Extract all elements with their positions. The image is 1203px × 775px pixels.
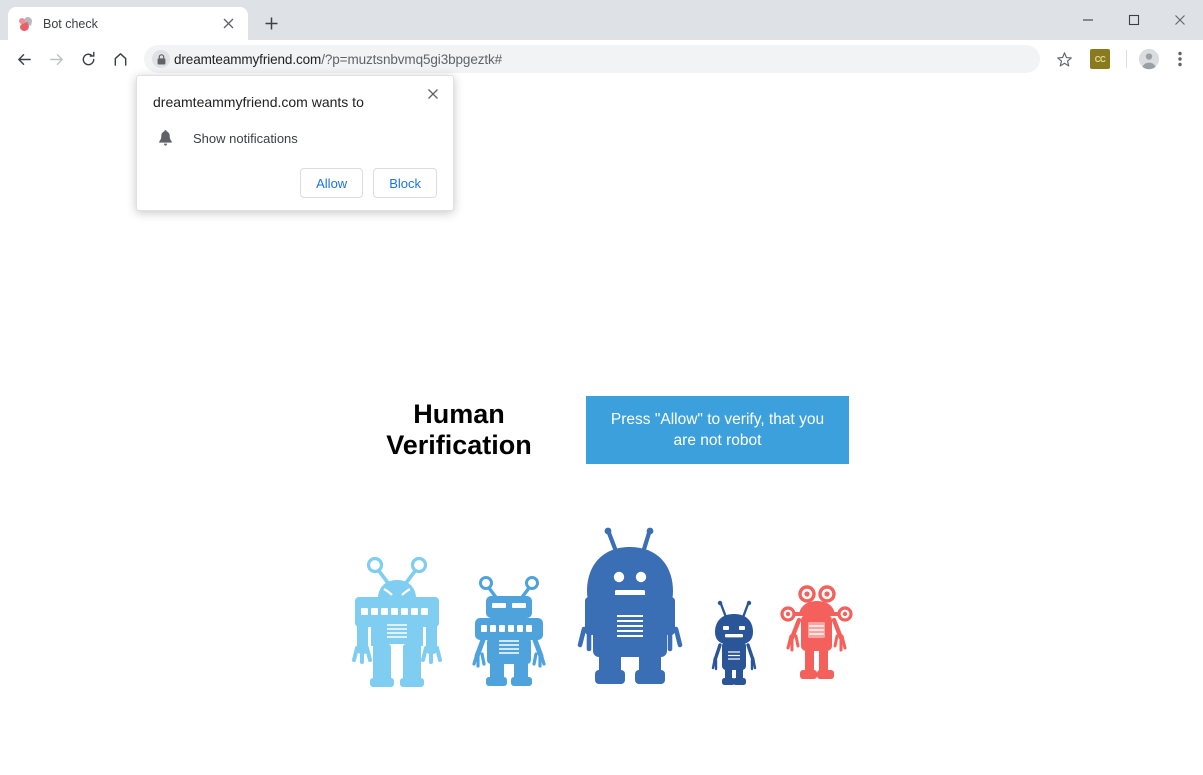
- browser-tab[interactable]: Bot check: [8, 7, 248, 40]
- allow-button[interactable]: Allow: [300, 168, 363, 198]
- page-title-line1: Human: [413, 399, 505, 429]
- extension-icon[interactable]: CC: [1086, 45, 1114, 73]
- dialog-permission-row: Show notifications: [153, 126, 437, 150]
- reload-icon[interactable]: [72, 43, 104, 75]
- tab-close-icon[interactable]: [218, 14, 238, 34]
- url-text: dreamteammyfriend.com/?p=muztsnbvmq5gi3b…: [174, 52, 502, 67]
- tab-title: Bot check: [43, 17, 218, 31]
- dialog-title: dreamteammyfriend.com wants to: [153, 92, 437, 112]
- robot-dark-blue: [703, 598, 765, 688]
- allow-verify-button[interactable]: Press "Allow" to verify, that you are no…: [586, 396, 849, 464]
- three-dot-menu-icon[interactable]: [1165, 43, 1195, 75]
- lock-icon[interactable]: [148, 46, 174, 72]
- bot-favicon-icon: [18, 16, 34, 32]
- verification-row: Human Verification Press "Allow" to veri…: [0, 396, 1203, 464]
- page-title-line2: Verification: [386, 430, 532, 460]
- address-bar[interactable]: dreamteammyfriend.com/?p=muztsnbvmq5gi3b…: [144, 45, 1040, 73]
- robot-red: [779, 582, 853, 688]
- title-bar: Bot check: [0, 0, 1203, 40]
- toolbar-divider: [1126, 50, 1127, 68]
- back-arrow-icon[interactable]: [8, 43, 40, 75]
- forward-arrow-icon[interactable]: [40, 43, 72, 75]
- maximize-button[interactable]: [1111, 0, 1157, 40]
- robot-light-blue: [351, 556, 443, 688]
- notification-permission-dialog: dreamteammyfriend.com wants to Show noti…: [136, 75, 454, 211]
- toolbar-actions: CC: [1048, 43, 1195, 75]
- page-title: Human Verification: [354, 399, 564, 461]
- tab-strip: Bot check: [0, 0, 285, 40]
- url-domain: dreamteammyfriend.com: [174, 52, 321, 67]
- profile-avatar-icon[interactable]: [1133, 43, 1165, 75]
- robot-royal-blue: [571, 525, 689, 688]
- robots-illustration: [0, 525, 1203, 688]
- home-icon[interactable]: [104, 43, 136, 75]
- block-button[interactable]: Block: [373, 168, 437, 198]
- extension-badge-label: CC: [1090, 49, 1110, 69]
- dialog-permission-label: Show notifications: [193, 131, 298, 146]
- minimize-button[interactable]: [1065, 0, 1111, 40]
- url-path: /?p=muztsnbvmq5gi3bpgeztk#: [321, 52, 502, 67]
- bookmark-star-icon[interactable]: [1048, 43, 1080, 75]
- new-tab-button[interactable]: [257, 9, 285, 37]
- bell-icon: [153, 126, 177, 150]
- dialog-actions: Allow Block: [153, 168, 437, 198]
- close-button[interactable]: [1157, 0, 1203, 40]
- window-controls: [1065, 0, 1203, 40]
- dialog-close-icon[interactable]: [421, 82, 445, 106]
- robot-medium-blue: [469, 574, 549, 688]
- browser-toolbar: dreamteammyfriend.com/?p=muztsnbvmq5gi3b…: [0, 40, 1203, 78]
- browser-window: Bot check: [0, 0, 1203, 775]
